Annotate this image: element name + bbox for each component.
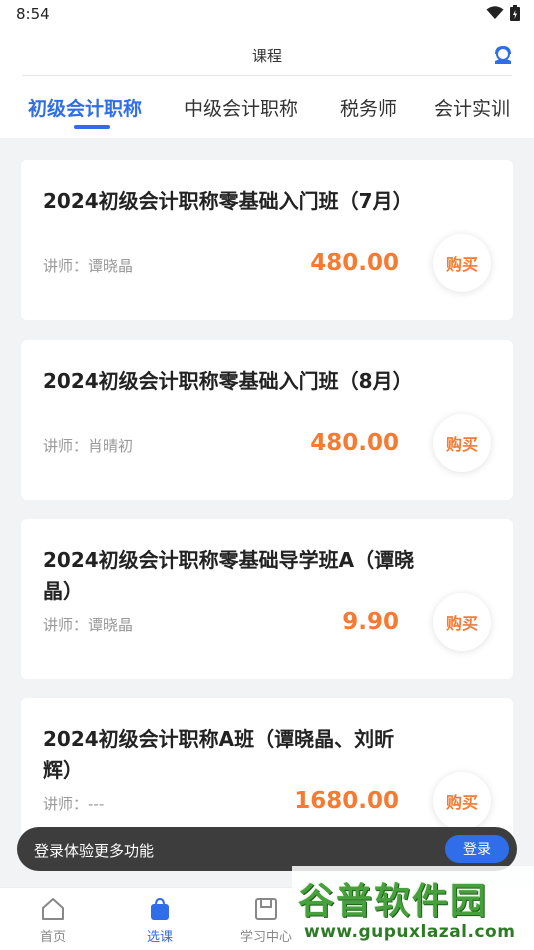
bag-icon bbox=[151, 897, 169, 920]
category-tabs: 初级会计职称 中级会计职称 税务师 会计实训 bbox=[0, 76, 534, 138]
course-title: 2024初级会计职称A班（谭晓晶、刘昕辉） bbox=[43, 727, 395, 782]
course-teacher: 讲师：谭晓晶 bbox=[43, 257, 134, 275]
course-title: 2024初级会计职称零基础入门班（8月） bbox=[43, 369, 413, 393]
status-time: 8:54 bbox=[16, 5, 50, 23]
tab-tax-agent[interactable]: 税务师 bbox=[340, 94, 397, 121]
nav-item-courses[interactable]: 选课 bbox=[120, 896, 200, 945]
nav-label: 选课 bbox=[146, 930, 173, 945]
watermark-url: www.gupuxlazal.com bbox=[304, 922, 516, 942]
buy-button[interactable]: 购买 bbox=[433, 234, 491, 292]
tab-accounting-practice[interactable]: 会计实训 bbox=[434, 94, 510, 121]
login-button[interactable]: 登录 bbox=[445, 835, 509, 863]
top-bar: 课程 bbox=[0, 28, 534, 76]
nav-item-home[interactable]: 首页 bbox=[13, 896, 93, 945]
watermark-title: 谷普软件园 bbox=[298, 881, 489, 922]
tab-intermediate-accountant[interactable]: 中级会计职称 bbox=[184, 94, 298, 121]
buy-button[interactable]: 购买 bbox=[433, 593, 491, 651]
wifi-icon bbox=[486, 6, 504, 19]
home-icon bbox=[42, 898, 64, 920]
login-prompt-bar: 登录体验更多功能 登录 bbox=[17, 827, 517, 871]
course-card[interactable]: 2024初级会计职称零基础入门班（8月） 讲师：肖晴初 480.00 购买 bbox=[21, 340, 513, 500]
status-bar: 8:54 bbox=[0, 0, 534, 28]
save-icon bbox=[255, 898, 277, 920]
battery-icon bbox=[510, 5, 520, 21]
course-teacher: 讲师：肖晴初 bbox=[43, 437, 134, 455]
course-card[interactable]: 2024初级会计职称零基础入门班（7月） 讲师：谭晓晶 480.00 购买 bbox=[21, 160, 513, 320]
course-teacher: 讲师：--- bbox=[43, 795, 105, 813]
page-title: 课程 bbox=[251, 47, 282, 65]
login-prompt-text: 登录体验更多功能 bbox=[34, 842, 155, 860]
watermark-logo: 谷普软件园 www.gupuxlazal.com bbox=[292, 866, 534, 950]
buy-button[interactable]: 购买 bbox=[433, 772, 491, 830]
customer-service-icon[interactable] bbox=[492, 44, 514, 66]
nav-label: 首页 bbox=[39, 930, 66, 945]
course-price: 480.00 bbox=[310, 430, 399, 456]
status-icons bbox=[486, 5, 520, 21]
tab-junior-accountant[interactable]: 初级会计职称 bbox=[28, 94, 142, 121]
course-price: 9.90 bbox=[342, 609, 399, 635]
course-title: 2024初级会计职称零基础导学班A（谭晓晶） bbox=[43, 548, 415, 603]
course-price: 1680.00 bbox=[294, 788, 399, 814]
course-price: 480.00 bbox=[310, 250, 399, 276]
active-tab-indicator bbox=[74, 125, 110, 129]
buy-button[interactable]: 购买 bbox=[433, 414, 491, 472]
course-title: 2024初级会计职称零基础入门班（7月） bbox=[43, 189, 413, 213]
course-teacher: 讲师：谭晓晶 bbox=[43, 616, 134, 634]
course-card[interactable]: 2024初级会计职称零基础导学班A（谭晓晶） 讲师：谭晓晶 9.90 购买 bbox=[21, 519, 513, 679]
